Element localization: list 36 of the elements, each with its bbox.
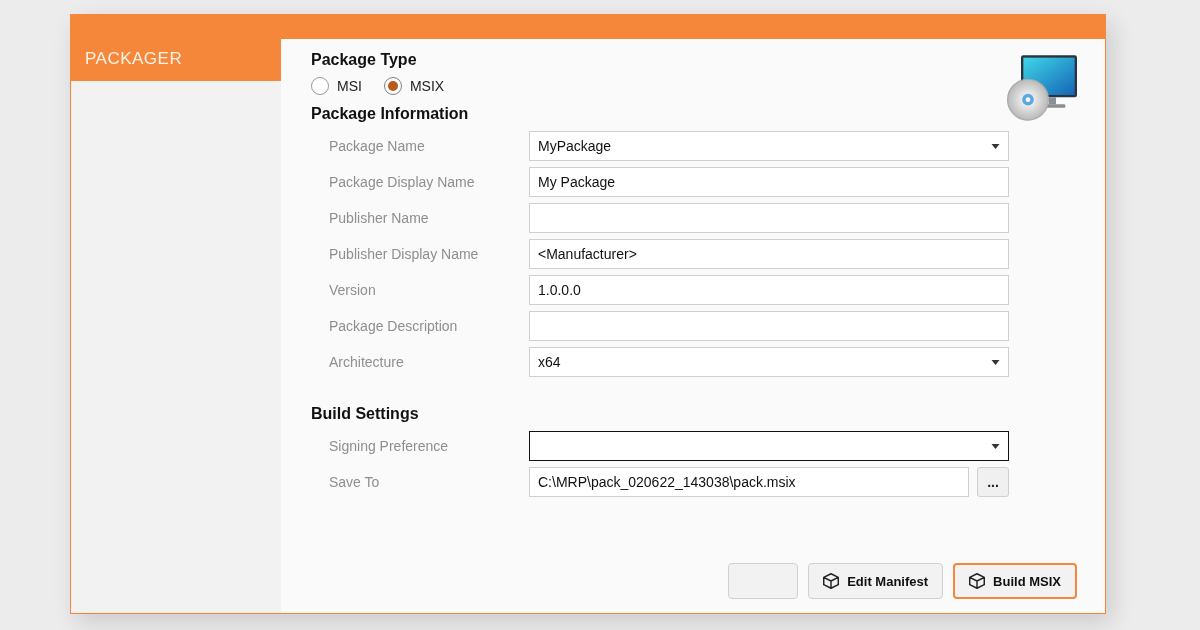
field-label: Package Description <box>329 318 458 334</box>
text-field[interactable] <box>529 203 1009 233</box>
browse-button[interactable]: ... <box>977 467 1009 497</box>
text-field[interactable]: <Manufacturer> <box>529 239 1009 269</box>
monitor-disc-icon <box>1007 55 1077 121</box>
field-label: Publisher Name <box>329 210 429 226</box>
section-heading: Build Settings <box>311 405 419 423</box>
radio-label[interactable]: MSI <box>337 78 362 94</box>
text-field[interactable]: My Package <box>529 167 1009 197</box>
dropdown-field[interactable] <box>529 431 1009 461</box>
action-button[interactable]: Build MSIX <box>953 563 1077 599</box>
text-field[interactable]: 1.0.0.0 <box>529 275 1009 305</box>
field-label: Save To <box>329 474 380 490</box>
caret-icon <box>991 143 1000 149</box>
radio-label[interactable]: MSIX <box>409 78 445 94</box>
radio-button[interactable] <box>311 77 329 95</box>
field-label: Version <box>329 282 376 298</box>
path-field[interactable]: C:\MRP\pack_020622_143038\pack.msix <box>529 467 969 497</box>
action-button[interactable] <box>728 563 799 599</box>
text-field[interactable] <box>529 311 1009 341</box>
field-label: Signing Preference <box>329 438 449 454</box>
dropdown-field[interactable]: MyPackage <box>529 131 1009 161</box>
field-label: Package Display Name <box>329 174 475 190</box>
section-heading: Package Type <box>311 51 417 69</box>
cube-icon <box>823 573 840 589</box>
caret-icon <box>991 359 1000 365</box>
field-label: Publisher Display Name <box>329 246 479 262</box>
window-title: PACKAGER <box>85 49 183 69</box>
section-heading: Package Information <box>311 105 469 123</box>
field-label: Architecture <box>329 354 404 370</box>
radio-button[interactable] <box>383 77 402 95</box>
field-label: Package Name <box>329 138 425 154</box>
action-button[interactable]: Edit Manifest <box>808 563 944 599</box>
dropdown-field[interactable]: x64 <box>529 347 1009 377</box>
caret-icon <box>991 443 1000 449</box>
cube-icon <box>969 573 986 589</box>
